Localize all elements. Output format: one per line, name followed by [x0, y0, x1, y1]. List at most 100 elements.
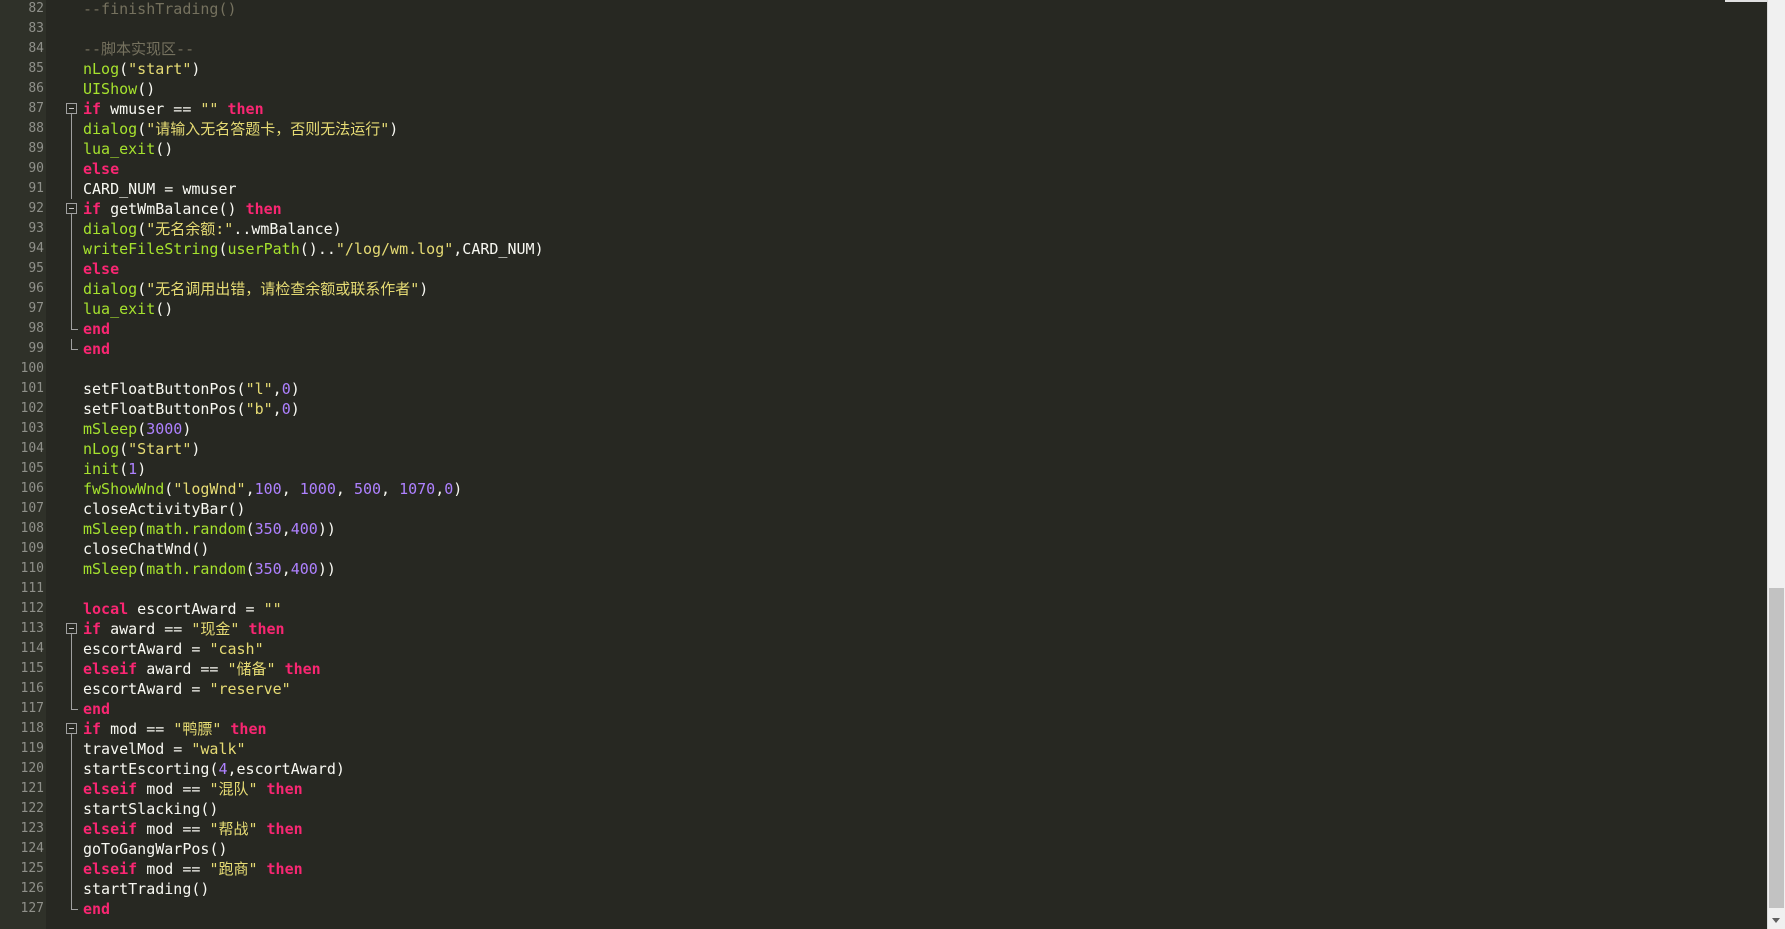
code-line[interactable]: 108 mSleep(math.random(350,400)) — [0, 519, 1767, 539]
code-line[interactable]: 125 elseif mod == "跑商" then — [0, 859, 1767, 879]
code-line[interactable]: 96 dialog("无名调用出错，请检查余额或联系作者") — [0, 279, 1767, 299]
code-text[interactable]: if mod == "鸭膘" then — [83, 719, 267, 739]
scrollbar-thumb[interactable] — [1769, 588, 1784, 908]
code-line[interactable]: 120 startEscorting(4,escortAward) — [0, 759, 1767, 779]
code-text[interactable]: escortAward = "cash" — [83, 639, 264, 659]
code-line[interactable]: 91 CARD_NUM = wmuser — [0, 179, 1767, 199]
code-line[interactable]: 123 elseif mod == "帮战" then — [0, 819, 1767, 839]
code-text[interactable]: nLog("start") — [83, 59, 200, 79]
code-text[interactable]: local escortAward = "" — [83, 599, 282, 619]
code-text[interactable]: elseif mod == "帮战" then — [83, 819, 303, 839]
code-text[interactable]: end — [83, 899, 110, 919]
code-line[interactable]: 121 elseif mod == "混队" then — [0, 779, 1767, 799]
code-line[interactable]: 89 lua_exit() — [0, 139, 1767, 159]
code-text[interactable]: if award == "现金" then — [83, 619, 285, 639]
code-line[interactable]: 105 init(1) — [0, 459, 1767, 479]
code-line[interactable]: 85 nLog("start") — [0, 59, 1767, 79]
code-line[interactable]: 84 --脚本实现区-- — [0, 39, 1767, 59]
code-text[interactable]: mSleep(math.random(350,400)) — [83, 559, 336, 579]
code-text[interactable]: closeActivityBar() — [83, 499, 246, 519]
code-line[interactable]: 98 end — [0, 319, 1767, 339]
code-line[interactable]: 119 travelMod = "walk" — [0, 739, 1767, 759]
code-text[interactable]: else — [83, 159, 119, 179]
code-text[interactable]: travelMod = "walk" — [83, 739, 246, 759]
code-text[interactable]: startSlacking() — [83, 799, 218, 819]
code-line[interactable]: 95 else — [0, 259, 1767, 279]
code-line[interactable]: 110 mSleep(math.random(350,400)) — [0, 559, 1767, 579]
code-line[interactable]: 118 if mod == "鸭膘" then — [0, 719, 1767, 739]
code-text[interactable]: fwShowWnd("logWnd",100, 1000, 500, 1070,… — [83, 479, 462, 499]
code-text[interactable]: mSleep(math.random(350,400)) — [83, 519, 336, 539]
code-line[interactable]: 117 end — [0, 699, 1767, 719]
code-text[interactable]: end — [83, 319, 110, 339]
code-line[interactable]: 103 mSleep(3000) — [0, 419, 1767, 439]
code-line[interactable]: 100 — [0, 359, 1767, 379]
code-text[interactable]: setFloatButtonPos("l",0) — [83, 379, 300, 399]
code-text[interactable]: startEscorting(4,escortAward) — [83, 759, 345, 779]
code-text[interactable]: writeFileString(userPath().."/log/wm.log… — [83, 239, 544, 259]
code-text[interactable]: if wmuser == "" then — [83, 99, 264, 119]
scroll-down-button[interactable] — [1768, 912, 1785, 929]
vertical-scrollbar[interactable] — [1767, 0, 1785, 929]
code-line[interactable]: 86 UIShow() — [0, 79, 1767, 99]
code-line[interactable]: 93 dialog("无名余额:"..wmBalance) — [0, 219, 1767, 239]
code-text[interactable]: setFloatButtonPos("b",0) — [83, 399, 300, 419]
fold-toggle-icon[interactable] — [66, 619, 80, 639]
code-text[interactable]: lua_exit() — [83, 139, 173, 159]
code-text[interactable]: dialog("无名余额:"..wmBalance) — [83, 219, 342, 239]
code-text[interactable]: --finishTrading() — [83, 0, 237, 19]
code-line[interactable]: 82 --finishTrading() — [0, 0, 1767, 19]
code-text[interactable]: escortAward = "reserve" — [83, 679, 291, 699]
code-line[interactable]: 114 escortAward = "cash" — [0, 639, 1767, 659]
code-text[interactable]: lua_exit() — [83, 299, 173, 319]
code-text[interactable]: dialog("无名调用出错，请检查余额或联系作者") — [83, 279, 428, 299]
code-text[interactable]: nLog("Start") — [83, 439, 200, 459]
code-text[interactable]: closeChatWnd() — [83, 539, 209, 559]
code-text[interactable]: dialog("请输入无名答题卡，否则无法运行") — [83, 119, 398, 139]
code-line[interactable]: 94 writeFileString(userPath().."/log/wm.l… — [0, 239, 1767, 259]
code-line[interactable]: 113 if award == "现金" then — [0, 619, 1767, 639]
code-line[interactable]: 115 elseif award == "储备" then — [0, 659, 1767, 679]
code-text[interactable]: mSleep(3000) — [83, 419, 191, 439]
code-editor[interactable]: 82 --finishTrading() 83 84 --脚本实现区-- 85 nLog("… — [0, 0, 1767, 929]
code-text[interactable]: if getWmBalance() then — [83, 199, 282, 219]
code-line[interactable]: 102 setFloatButtonPos("b",0) — [0, 399, 1767, 419]
code-text[interactable]: startTrading() — [83, 879, 209, 899]
fold-toggle-icon[interactable] — [66, 99, 80, 119]
fold-toggle-icon[interactable] — [66, 199, 80, 219]
code-line[interactable]: 104 nLog("Start") — [0, 439, 1767, 459]
code-line[interactable]: 116 escortAward = "reserve" — [0, 679, 1767, 699]
code-line[interactable]: 101 setFloatButtonPos("l",0) — [0, 379, 1767, 399]
code-text[interactable]: CARD_NUM = wmuser — [83, 179, 237, 199]
code-text[interactable]: elseif award == "储备" then — [83, 659, 321, 679]
code-line[interactable]: 107 closeActivityBar() — [0, 499, 1767, 519]
code-line[interactable]: 109 closeChatWnd() — [0, 539, 1767, 559]
code-line[interactable]: 106 fwShowWnd("logWnd",100, 1000, 500, 10… — [0, 479, 1767, 499]
code-text[interactable]: elseif mod == "混队" then — [83, 779, 303, 799]
code-text[interactable]: --脚本实现区-- — [83, 39, 194, 59]
code-text[interactable]: else — [83, 259, 119, 279]
code-line[interactable]: 122 startSlacking() — [0, 799, 1767, 819]
code-line[interactable]: 88 dialog("请输入无名答题卡，否则无法运行") — [0, 119, 1767, 139]
code-text[interactable]: elseif mod == "跑商" then — [83, 859, 303, 879]
code-text[interactable]: init(1) — [83, 459, 146, 479]
code-line[interactable]: 97 lua_exit() — [0, 299, 1767, 319]
code-line[interactable]: 99 end — [0, 339, 1767, 359]
fold-toggle-icon[interactable] — [66, 719, 80, 739]
code-text[interactable]: UIShow() — [83, 79, 155, 99]
code-line[interactable]: 87 if wmuser == "" then — [0, 99, 1767, 119]
code-text[interactable]: goToGangWarPos() — [83, 839, 228, 859]
code-line[interactable]: 111 — [0, 579, 1767, 599]
code-line[interactable]: 112 local escortAward = "" — [0, 599, 1767, 619]
code-text[interactable]: end — [83, 699, 110, 719]
code-line[interactable]: 90 else — [0, 159, 1767, 179]
code-line[interactable]: 124 goToGangWarPos() — [0, 839, 1767, 859]
code-line[interactable]: 127 end — [0, 899, 1767, 919]
code-line[interactable]: 126 startTrading() — [0, 879, 1767, 899]
code-line[interactable]: 92 if getWmBalance() then — [0, 199, 1767, 219]
code-token: "l" — [245, 380, 273, 398]
code-lines[interactable]: 82 --finishTrading() 83 84 --脚本实现区-- 85 nLog("… — [0, 0, 1767, 919]
code-line[interactable]: 83 — [0, 19, 1767, 39]
code-text[interactable]: end — [83, 339, 110, 359]
